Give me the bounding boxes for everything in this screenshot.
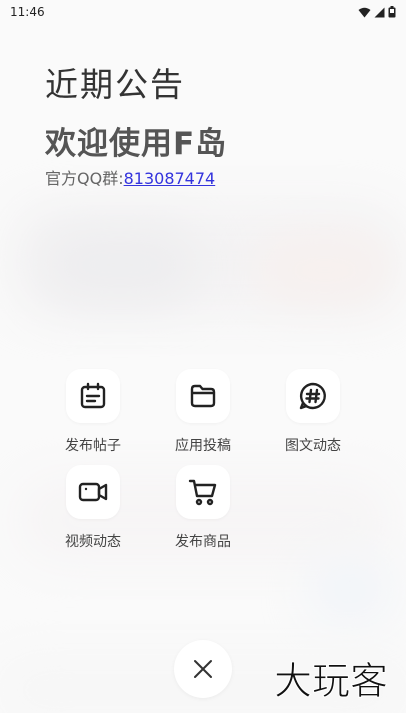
- image-post-label: 图文动态: [285, 438, 341, 454]
- status-icons: [358, 6, 396, 18]
- shopping-cart-icon: [188, 479, 217, 506]
- post-topic-tile[interactable]: [66, 369, 120, 423]
- image-post-button[interactable]: 图文动态: [268, 369, 358, 455]
- app-submit-button[interactable]: 应用投稿: [158, 369, 248, 455]
- calendar-note-icon: [80, 382, 106, 409]
- publish-product-tile[interactable]: [176, 465, 230, 519]
- welcome-title: 欢迎使用F岛: [45, 126, 228, 162]
- battery-icon: [388, 6, 396, 18]
- notice-heading: 近期公告: [45, 65, 185, 104]
- app-submit-label: 应用投稿: [175, 438, 231, 454]
- image-post-tile[interactable]: [286, 369, 340, 423]
- watermark-logo: 大玩客: [274, 659, 389, 704]
- folder-icon: [190, 384, 216, 408]
- signal-icon: [374, 7, 385, 17]
- qq-group-label: 官方QQ群:: [45, 169, 124, 188]
- post-topic-label: 发布帖子: [65, 438, 121, 454]
- blurred-background: [0, 0, 406, 713]
- status-time: 11:46: [10, 5, 45, 19]
- publish-product-label: 发布商品: [175, 534, 231, 550]
- video-post-tile[interactable]: [66, 465, 120, 519]
- app-submit-tile[interactable]: [176, 369, 230, 423]
- frosted-overlay: [0, 0, 406, 713]
- post-topic-button[interactable]: 发布帖子: [48, 369, 138, 455]
- qq-group-link[interactable]: 813087474: [124, 169, 216, 188]
- qq-group-line: 官方QQ群:813087474: [45, 165, 215, 189]
- status-bar: 11:46: [0, 0, 406, 24]
- hashtag-bubble-icon: [299, 382, 326, 410]
- video-post-label: 视频动态: [65, 534, 121, 550]
- watermark-text: 大玩客: [274, 659, 388, 703]
- wifi-icon: [358, 7, 371, 17]
- publish-product-button[interactable]: 发布商品: [158, 465, 248, 551]
- video-post-button[interactable]: 视频动态: [48, 465, 138, 551]
- close-button[interactable]: [174, 640, 232, 698]
- video-camera-icon: [78, 482, 108, 502]
- close-icon: [194, 660, 212, 678]
